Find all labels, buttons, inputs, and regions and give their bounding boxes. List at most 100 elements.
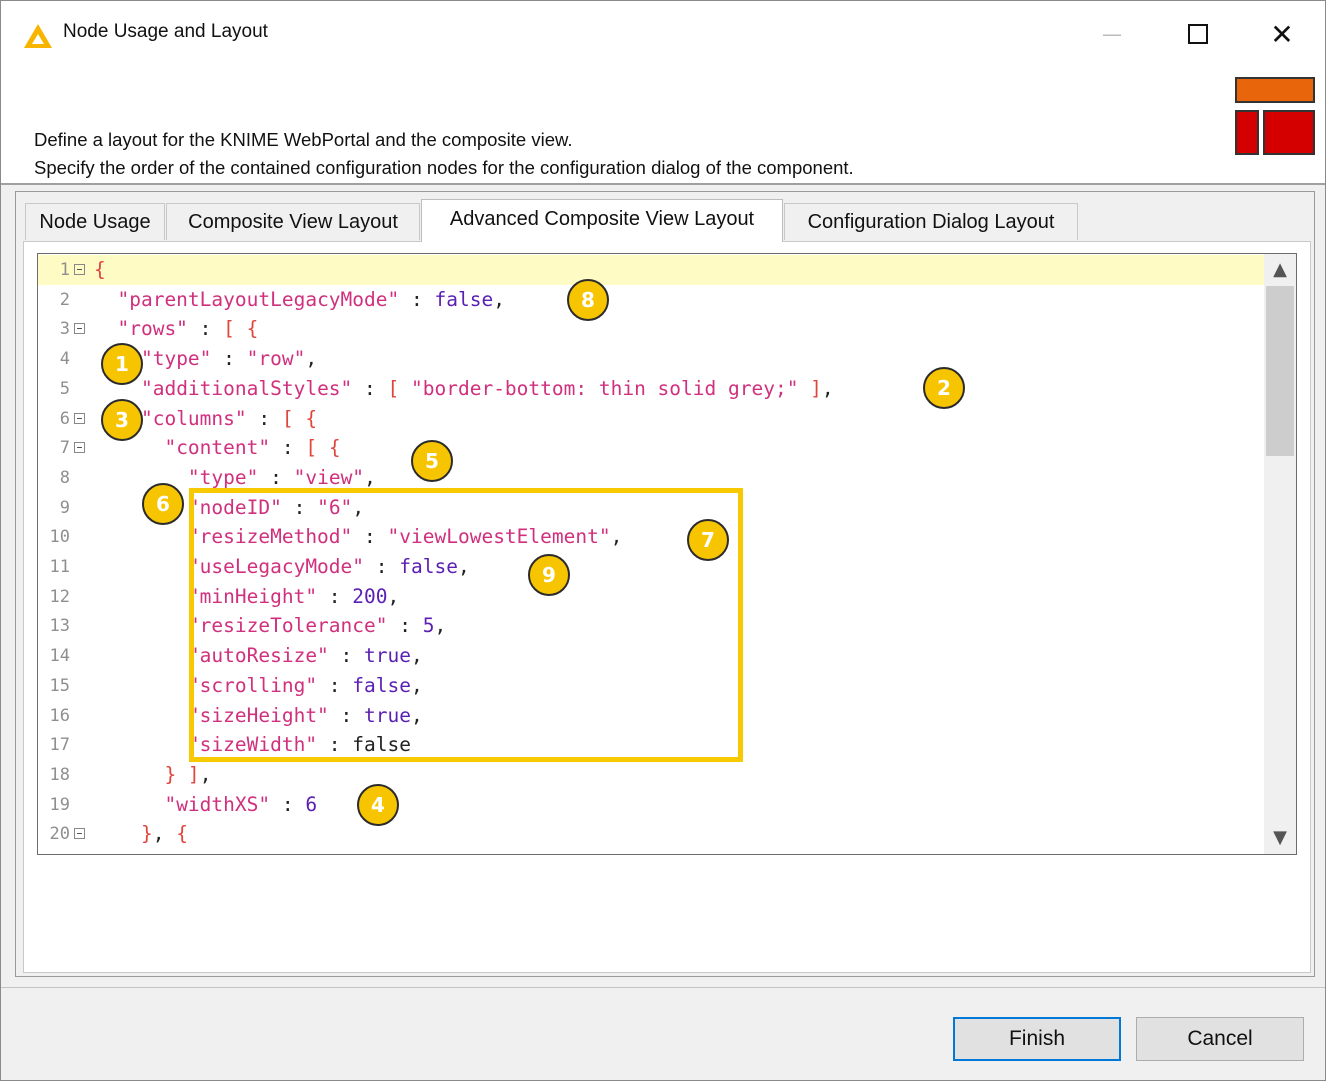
code-token: : bbox=[211, 347, 247, 371]
badge-8: 8 bbox=[567, 279, 609, 321]
code-text: } ], bbox=[94, 760, 211, 790]
code-text: "additionalStyles" : [ "border-bottom: t… bbox=[94, 374, 834, 404]
tab-configuration-dialog-layout[interactable]: Configuration Dialog Layout bbox=[784, 203, 1078, 240]
code-text: "widthXS" : 6 bbox=[94, 790, 317, 820]
code-line[interactable]: 6 "columns" : [ { bbox=[38, 404, 1264, 434]
code-token: 6 bbox=[305, 792, 318, 816]
code-token: "row" bbox=[246, 347, 306, 371]
badge-7: 7 bbox=[687, 519, 729, 561]
code-line[interactable]: 7 "content" : [ { bbox=[38, 433, 1264, 463]
line-number: 18 bbox=[49, 764, 70, 785]
code-token: { bbox=[176, 822, 188, 846]
header-description-1: Define a layout for the KNIME WebPortal … bbox=[34, 129, 573, 150]
code-token: "widthXS" bbox=[164, 792, 271, 816]
maximize-button[interactable] bbox=[1155, 1, 1241, 67]
badge-3: 3 bbox=[101, 399, 143, 441]
code-token: , bbox=[305, 347, 318, 371]
line-number: 9 bbox=[59, 497, 70, 518]
scroll-thumb[interactable] bbox=[1266, 286, 1294, 456]
highlight-box bbox=[189, 488, 743, 762]
code-token: "content" bbox=[164, 436, 271, 460]
header-description-2: Specify the order of the contained confi… bbox=[34, 157, 854, 178]
badge-1: 1 bbox=[101, 343, 143, 385]
line-number: 3 bbox=[59, 319, 70, 340]
close-button[interactable]: ✕ bbox=[1239, 1, 1325, 67]
code-line[interactable]: 19 "widthXS" : 6 bbox=[38, 790, 1264, 820]
code-token: : bbox=[270, 436, 306, 460]
badge-2: 2 bbox=[923, 367, 965, 409]
cancel-button[interactable]: Cancel bbox=[1136, 1017, 1304, 1061]
badge-4: 4 bbox=[357, 784, 399, 826]
code-line[interactable]: 2 "parentLayoutLegacyMode" : false, bbox=[38, 285, 1264, 315]
window-title: Node Usage and Layout bbox=[63, 21, 268, 42]
code-token: : bbox=[187, 317, 224, 341]
line-number: 1 bbox=[59, 260, 70, 280]
close-icon: ✕ bbox=[1270, 17, 1294, 51]
code-line[interactable]: 1{ bbox=[38, 255, 1264, 285]
code-line[interactable]: 5 "additionalStyles" : [ "border-bottom:… bbox=[38, 374, 1264, 404]
tab-node-usage[interactable]: Node Usage bbox=[25, 203, 165, 240]
line-number: 19 bbox=[49, 794, 70, 815]
code-token: , bbox=[493, 287, 505, 311]
code-line[interactable]: 18 } ], bbox=[38, 760, 1264, 790]
title-bar: Node Usage and Layout — ✕ bbox=[1, 1, 1325, 67]
fold-toggle-icon[interactable] bbox=[74, 323, 85, 335]
code-token: } bbox=[140, 822, 153, 846]
footer-separator bbox=[1, 987, 1325, 988]
minimize-button[interactable]: — bbox=[1069, 1, 1155, 67]
line-number: 7 bbox=[59, 438, 70, 459]
code-line[interactable]: 4 "type" : "row", bbox=[38, 344, 1264, 374]
code-token: } ] bbox=[164, 762, 200, 786]
tab-advanced-composite-view-layout[interactable]: Advanced Composite View Layout bbox=[421, 199, 783, 242]
line-number: 10 bbox=[49, 527, 70, 548]
fold-toggle-icon[interactable] bbox=[74, 828, 85, 840]
line-number: 14 bbox=[49, 646, 70, 667]
line-number: 11 bbox=[49, 557, 70, 577]
fold-toggle-icon[interactable] bbox=[74, 412, 85, 424]
code-text: { bbox=[94, 255, 106, 285]
layout-icon bbox=[1235, 77, 1315, 155]
code-token: , bbox=[821, 376, 834, 400]
code-token: : bbox=[352, 376, 388, 400]
code-token: , bbox=[199, 762, 212, 786]
line-number: 20 bbox=[49, 824, 70, 845]
code-token: : bbox=[270, 792, 306, 816]
tab-composite-view-layout[interactable]: Composite View Layout bbox=[166, 203, 420, 240]
code-text: "rows" : [ { bbox=[94, 314, 258, 344]
fold-toggle-icon[interactable] bbox=[74, 442, 85, 454]
code-token: "type" bbox=[187, 465, 259, 489]
code-text: "parentLayoutLegacyMode" : false, bbox=[94, 285, 505, 315]
vertical-scrollbar[interactable]: ▲ ▼ bbox=[1264, 254, 1296, 854]
code-token: "columns" bbox=[140, 406, 247, 430]
code-token: "rows" bbox=[117, 317, 188, 341]
code-token: [ bbox=[387, 376, 412, 400]
code-line[interactable]: 3 "rows" : [ { bbox=[38, 314, 1264, 344]
line-number: 4 bbox=[59, 349, 70, 370]
dialog-window: Node Usage and Layout — ✕ Define a layou… bbox=[0, 0, 1326, 1081]
code-token: false bbox=[434, 287, 494, 311]
line-number: 15 bbox=[49, 675, 70, 696]
code-line[interactable]: 20 }, { bbox=[38, 819, 1264, 849]
scroll-down-icon[interactable]: ▼ bbox=[1264, 822, 1296, 854]
line-number: 13 bbox=[49, 616, 70, 637]
code-token: : bbox=[399, 287, 435, 311]
code-text: }, { bbox=[94, 819, 188, 849]
code-token: : bbox=[246, 406, 282, 430]
line-number: 12 bbox=[49, 586, 70, 607]
scroll-up-icon[interactable]: ▲ bbox=[1264, 254, 1296, 286]
finish-button[interactable]: Finish bbox=[953, 1017, 1121, 1061]
knime-logo-icon bbox=[24, 24, 52, 48]
line-number: 17 bbox=[49, 735, 70, 756]
dialog-header: Define a layout for the KNIME WebPortal … bbox=[1, 67, 1325, 183]
fold-toggle-icon[interactable] bbox=[74, 264, 85, 275]
